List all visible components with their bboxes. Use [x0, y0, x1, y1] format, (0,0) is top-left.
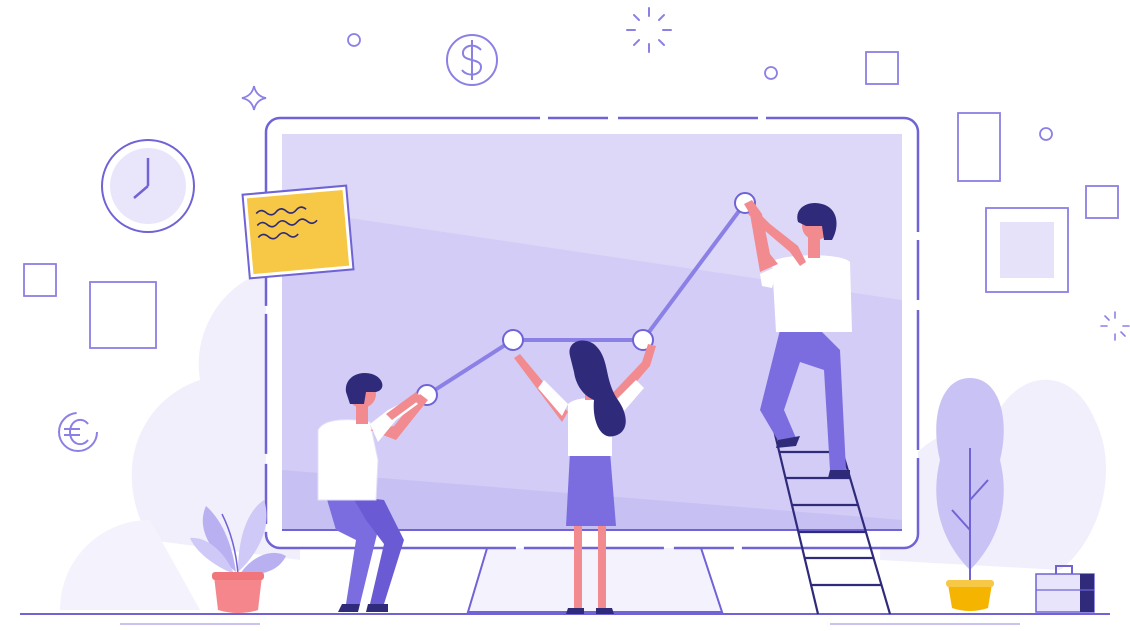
- decor-square-fill: [1000, 222, 1054, 278]
- sun-burst-icon: [626, 7, 672, 53]
- euro-icon: [58, 412, 98, 452]
- plant-yellow-pot-icon: [936, 378, 1004, 611]
- briefcase-icon: [1035, 565, 1095, 613]
- monitor-stand: [466, 544, 724, 613]
- ground-line: [20, 613, 1110, 625]
- sun-burst-small-icon: [1100, 311, 1130, 341]
- team-growth-illustration: [20, 7, 1130, 625]
- sticky-note-icon: [241, 184, 355, 280]
- chart-node: [502, 329, 524, 351]
- clock-icon: [101, 139, 195, 233]
- dollar-coin-icon: [446, 34, 498, 86]
- sparkle-icon: [241, 85, 267, 111]
